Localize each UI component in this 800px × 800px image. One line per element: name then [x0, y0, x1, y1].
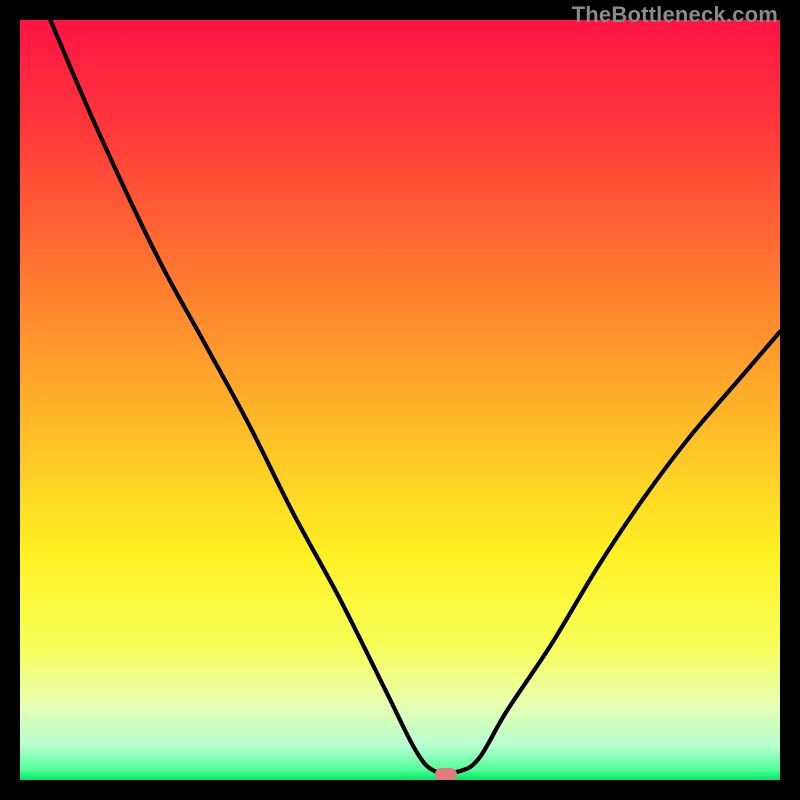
chart-frame: TheBottleneck.com — [0, 0, 800, 800]
watermark-text: TheBottleneck.com — [572, 2, 778, 28]
bottleneck-curve — [50, 20, 780, 773]
optimum-marker — [435, 768, 457, 780]
plot-area — [20, 20, 780, 780]
curve-layer — [20, 20, 780, 780]
